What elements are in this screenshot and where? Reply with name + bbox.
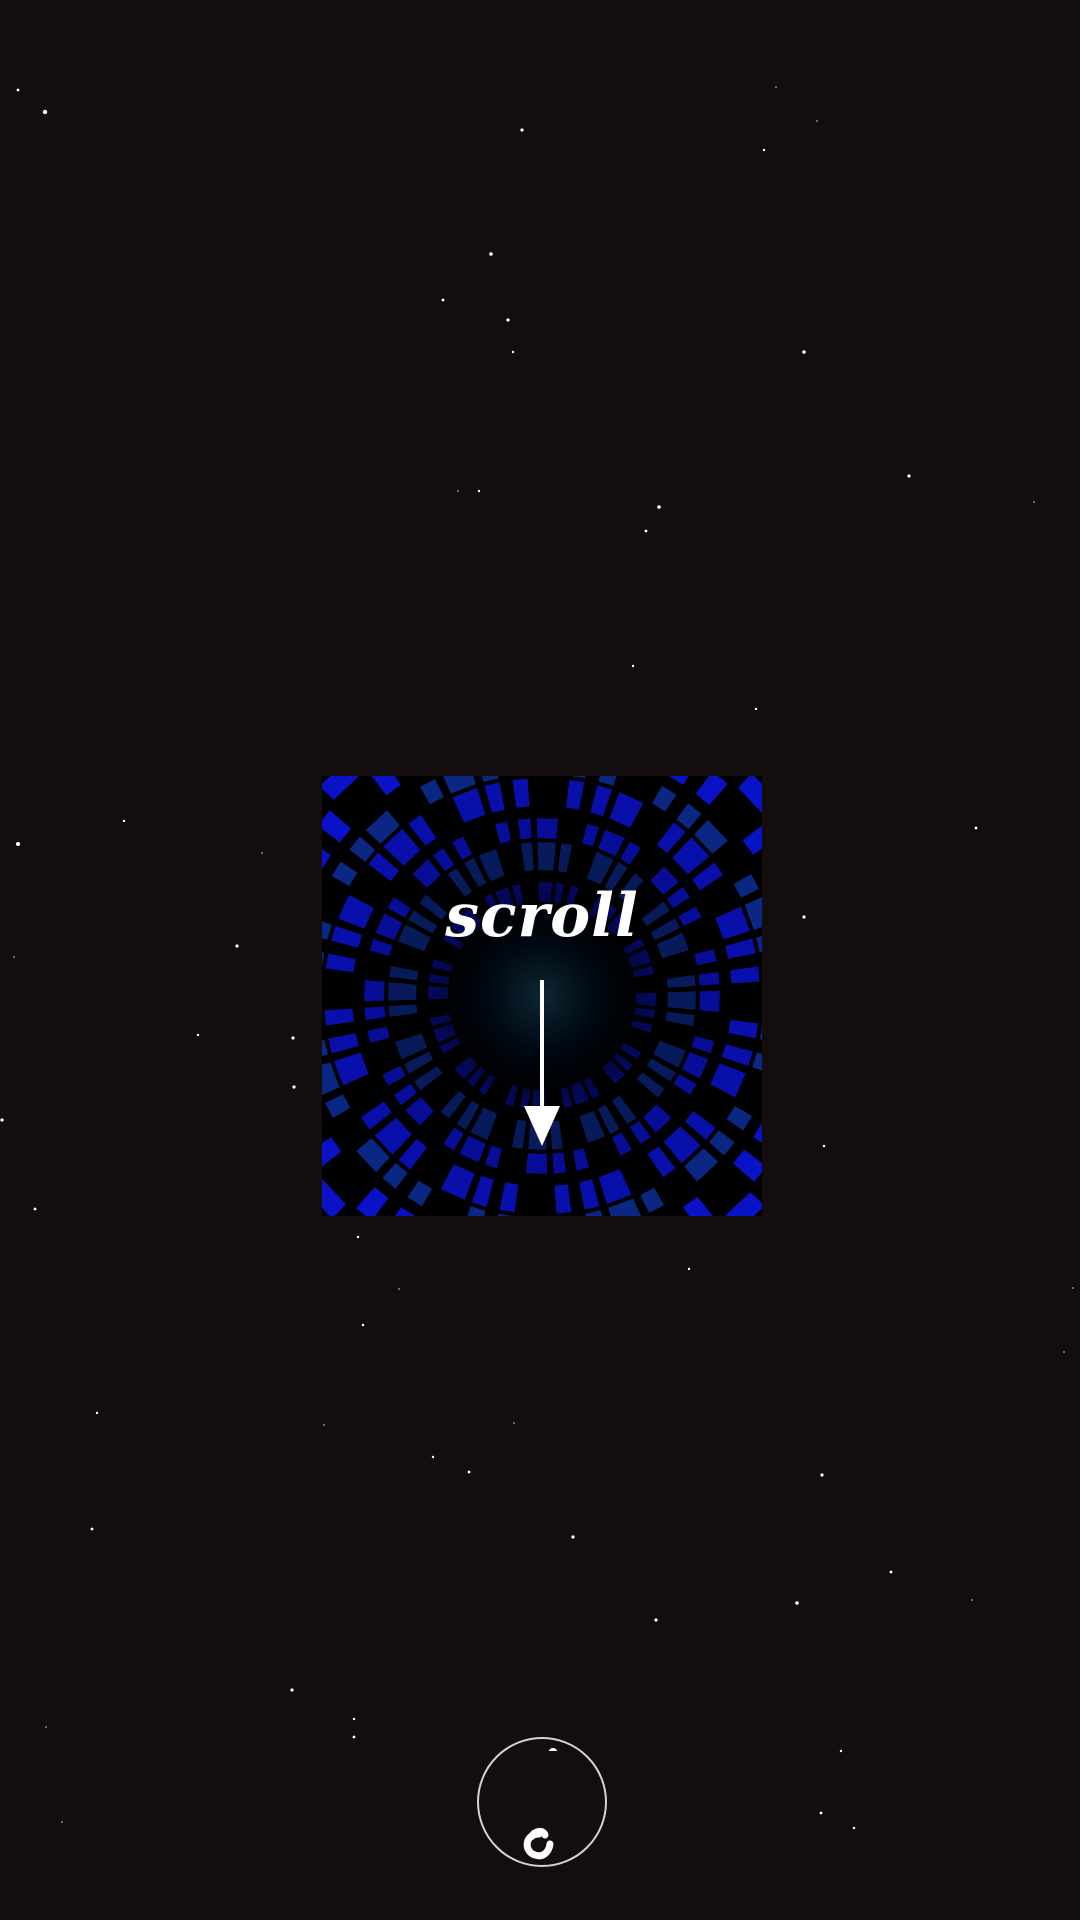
star xyxy=(291,1036,295,1040)
scroll-label: scroll xyxy=(445,881,639,951)
star xyxy=(511,350,515,354)
star xyxy=(657,505,661,509)
star xyxy=(802,915,806,919)
rotating-circle-icon xyxy=(523,1748,557,1860)
star xyxy=(795,1601,799,1605)
star xyxy=(431,1455,435,1459)
star xyxy=(441,298,445,302)
star xyxy=(61,1821,63,1823)
star xyxy=(506,318,510,322)
star xyxy=(261,852,263,854)
star xyxy=(0,1118,4,1122)
star xyxy=(90,1527,94,1531)
star xyxy=(687,1267,691,1271)
star xyxy=(513,1422,515,1424)
star xyxy=(352,1717,356,1721)
star xyxy=(235,944,239,948)
star xyxy=(361,1323,365,1327)
star xyxy=(654,1618,658,1622)
star xyxy=(974,826,978,830)
star xyxy=(489,252,493,256)
star xyxy=(754,707,758,711)
star xyxy=(819,1811,823,1815)
star xyxy=(971,1599,973,1601)
star xyxy=(352,1735,356,1739)
page: scroll xyxy=(0,0,1080,1920)
star xyxy=(1063,1351,1065,1353)
star xyxy=(323,1424,325,1426)
tunnel-animation: scroll xyxy=(322,776,762,1216)
star xyxy=(644,529,648,533)
star xyxy=(196,1033,200,1037)
star xyxy=(631,664,635,668)
star xyxy=(16,88,20,92)
star xyxy=(820,1473,824,1477)
star xyxy=(477,489,481,493)
star xyxy=(122,819,126,823)
star xyxy=(520,128,524,132)
star xyxy=(16,842,20,846)
rotate-toggle-button[interactable] xyxy=(477,1737,607,1867)
star xyxy=(457,490,459,492)
star xyxy=(1033,501,1035,503)
star xyxy=(816,120,818,122)
star xyxy=(467,1470,471,1474)
star xyxy=(802,350,806,354)
star xyxy=(42,109,48,115)
star xyxy=(290,1688,294,1692)
star xyxy=(775,86,777,88)
star xyxy=(398,1288,400,1290)
star xyxy=(571,1535,575,1539)
star xyxy=(33,1207,37,1211)
star xyxy=(822,1144,826,1148)
star xyxy=(95,1411,99,1415)
star xyxy=(907,474,911,478)
star xyxy=(45,1726,47,1728)
star xyxy=(292,1085,296,1089)
star xyxy=(889,1570,893,1574)
star xyxy=(839,1749,843,1753)
star xyxy=(852,1826,856,1830)
star xyxy=(1072,1287,1074,1289)
arrow-down-icon xyxy=(524,980,560,1146)
scroll-hint: scroll xyxy=(322,776,762,1216)
star xyxy=(356,1235,360,1239)
star xyxy=(13,956,15,958)
star xyxy=(762,148,766,152)
